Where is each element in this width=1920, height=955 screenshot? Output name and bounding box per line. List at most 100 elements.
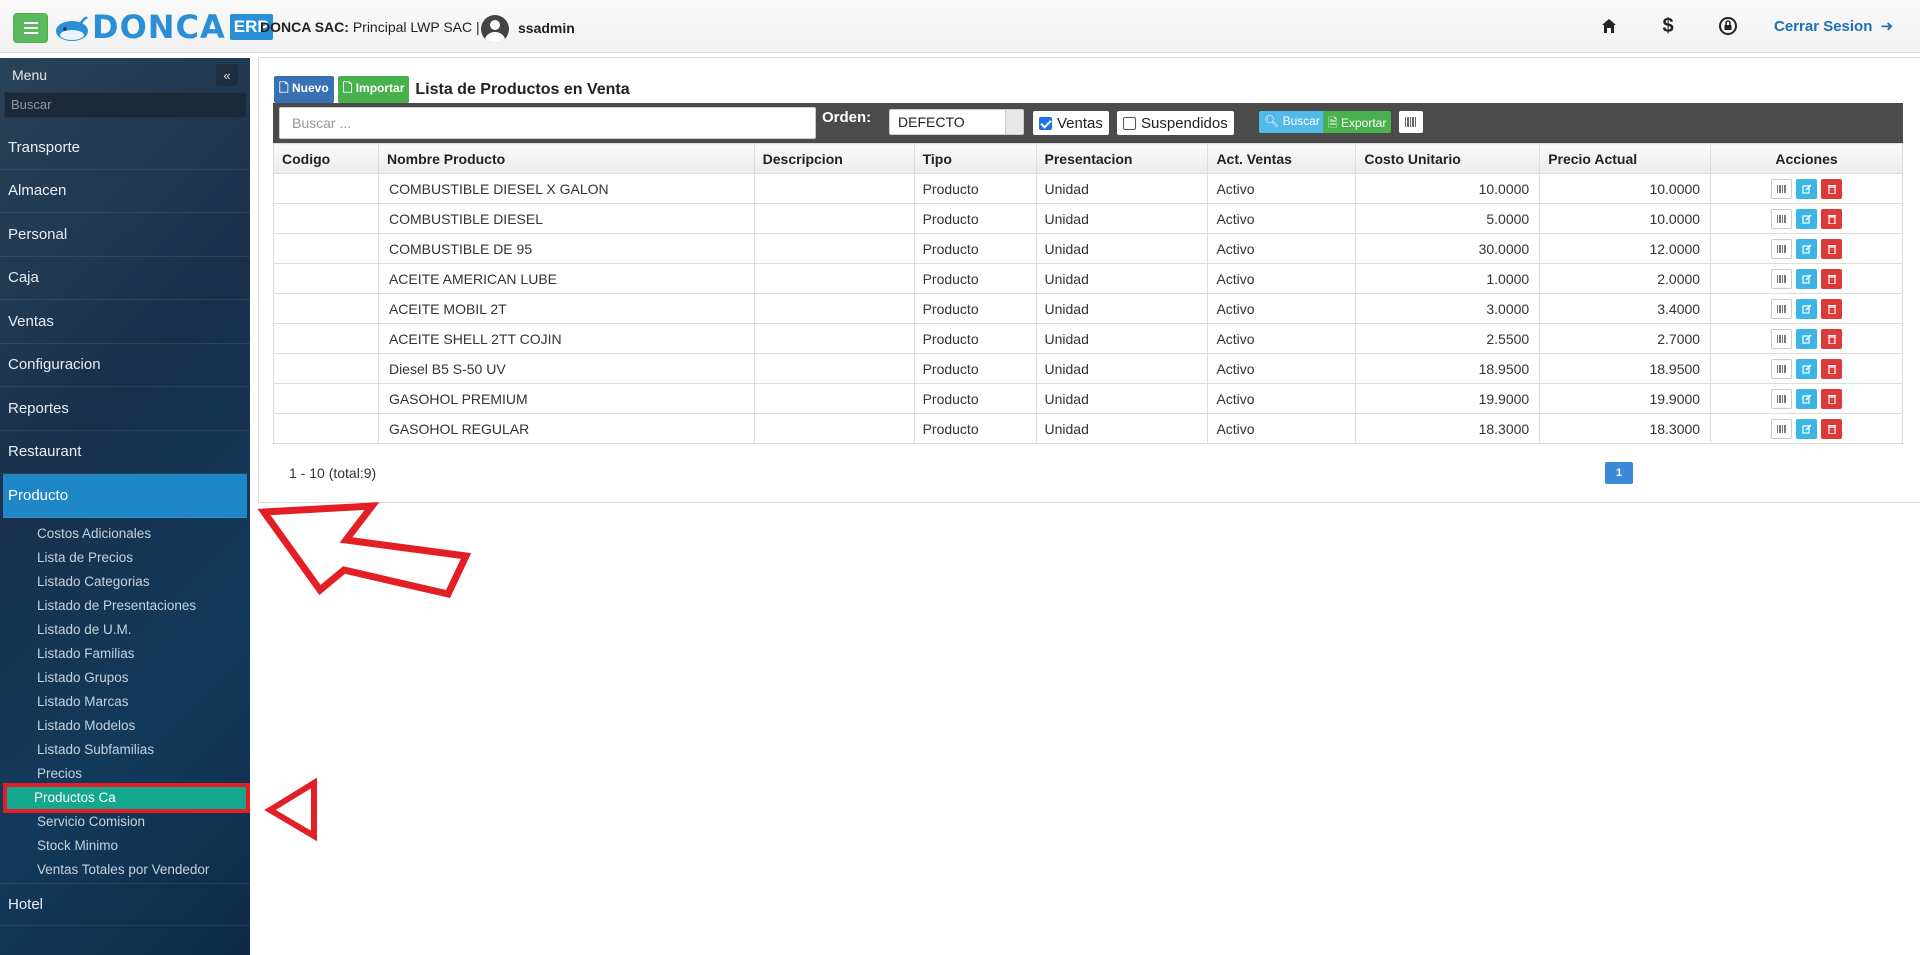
table-row[interactable]: COMBUSTIBLE DIESEL Producto Unidad Activo 5.… — [273, 203, 1903, 234]
submenu-item[interactable]: Listado Modelos — [3, 714, 247, 738]
sidebar-item-configuracion[interactable]: Configuracion — [0, 344, 250, 387]
column-header[interactable]: Nombre Producto — [377, 143, 755, 174]
username[interactable]: ssadmin — [518, 20, 575, 36]
table-row[interactable]: ACEITE MOBIL 2T Producto Unidad Activo 3.000… — [273, 293, 1903, 324]
edit-icon[interactable] — [1796, 358, 1818, 379]
sidebar-item-hotel[interactable]: Hotel — [0, 883, 250, 926]
import-button[interactable]: 🗋 Importar — [337, 76, 410, 103]
sidebar-item-almacen[interactable]: Almacen — [0, 170, 250, 213]
edit-icon[interactable] — [1796, 298, 1818, 319]
submenu-item[interactable]: Listado Subfamilias — [3, 738, 247, 762]
column-header[interactable]: Descripcion — [753, 143, 915, 174]
column-header[interactable]: Presentacion — [1035, 143, 1209, 174]
barcode-icon[interactable] — [1771, 388, 1793, 409]
table-cell: COMBUSTIBLE DIESEL X GALON — [377, 173, 755, 204]
sidebar-item-personal[interactable]: Personal — [0, 213, 250, 257]
user-avatar[interactable] — [481, 15, 509, 43]
sidebar-item-restaurant[interactable]: Restaurant — [0, 431, 250, 474]
logout-button[interactable]: Cerrar Sesion ➜ — [1774, 17, 1893, 35]
submenu-item[interactable]: Servicio Comision — [3, 810, 247, 834]
barcode-icon[interactable] — [1771, 208, 1793, 229]
new-button[interactable]: 🗋 Nuevo — [274, 76, 334, 103]
ventas-checkbox[interactable]: Ventas — [1033, 111, 1109, 135]
submenu-item[interactable]: Precios — [3, 762, 247, 786]
export-button[interactable]: 🗎 Exportar — [1323, 111, 1392, 133]
submenu-item-productos-ca[interactable]: Productos Ca — [3, 782, 250, 813]
barcode-icon[interactable] — [1771, 178, 1793, 199]
table-cell: Activo — [1207, 293, 1357, 324]
table-row[interactable]: ACEITE SHELL 2TT COJIN Producto Unidad Acti… — [273, 323, 1903, 354]
edit-icon[interactable] — [1796, 388, 1818, 409]
search-input[interactable]: Buscar ... — [279, 107, 816, 139]
trash-icon[interactable] — [1821, 328, 1843, 349]
submenu-item[interactable]: Ventas Totales por Vendedor — [3, 858, 247, 882]
submenu-item[interactable]: Listado de Presentaciones — [3, 594, 247, 618]
table-row[interactable]: COMBUSTIBLE DE 95 Producto Unidad Activo 30.… — [273, 233, 1903, 264]
trash-icon[interactable] — [1821, 298, 1843, 319]
sidebar-item-reportes[interactable]: Reportes — [0, 387, 250, 431]
sidebar-item-producto[interactable]: Producto — [3, 474, 247, 518]
barcode-icon[interactable] — [1771, 268, 1793, 289]
orden-select[interactable]: DEFECTO — [889, 109, 1024, 135]
barcode-icon[interactable] — [1771, 238, 1793, 259]
barcode-icon[interactable] — [1771, 328, 1793, 349]
column-header[interactable]: Costo Unitario — [1355, 143, 1541, 174]
submenu-item[interactable]: Costos Adicionales — [3, 522, 247, 546]
collapse-sidebar-icon[interactable]: « — [216, 64, 238, 86]
trash-icon[interactable] — [1821, 418, 1843, 439]
table-row[interactable]: Diesel B5 S-50 UV Producto Unidad Activo 18.… — [273, 353, 1903, 384]
edit-icon[interactable] — [1796, 208, 1818, 229]
sidebar-item-caja[interactable]: Caja — [0, 257, 250, 300]
table-row[interactable]: GASOHOL REGULAR Producto Unidad Activo 18.30… — [273, 413, 1903, 444]
column-header[interactable]: Precio Actual — [1539, 143, 1712, 174]
submenu-item[interactable]: Listado Marcas — [3, 690, 247, 714]
row-actions — [1710, 173, 1903, 204]
row-actions — [1710, 233, 1903, 264]
lock-reset-icon[interactable] — [1716, 14, 1740, 38]
trash-icon[interactable] — [1821, 238, 1843, 259]
submenu-item[interactable]: Listado Familias — [3, 642, 247, 666]
barcode-icon[interactable] — [1771, 418, 1793, 439]
sidebar-search-input[interactable]: Buscar — [4, 92, 247, 118]
app-logo[interactable]: DONCA ERP — [54, 8, 273, 46]
edit-icon[interactable] — [1796, 418, 1818, 439]
barcode-icon[interactable] — [1771, 298, 1793, 319]
barcode-icon[interactable] — [1399, 111, 1423, 133]
submenu-item[interactable]: Lista de Precios — [3, 546, 247, 570]
submenu-item[interactable]: Listado Grupos — [3, 666, 247, 690]
trash-icon[interactable] — [1821, 388, 1843, 409]
column-header[interactable]: Codigo — [273, 143, 379, 174]
hamburger-menu-button[interactable] — [13, 13, 48, 43]
company-name: DONCA SAC: — [260, 19, 349, 35]
trash-icon[interactable] — [1821, 178, 1843, 199]
table-row[interactable]: ACEITE AMERICAN LUBE Producto Unidad Activo… — [273, 263, 1903, 294]
barcode-icon[interactable] — [1771, 358, 1793, 379]
home-icon[interactable] — [1597, 14, 1621, 38]
table-cell — [753, 413, 915, 444]
table-row[interactable]: COMBUSTIBLE DIESEL X GALON Producto Unidad… — [273, 173, 1903, 204]
submenu-item[interactable]: Listado Categorias — [3, 570, 247, 594]
table-row[interactable]: GASOHOL PREMIUM Producto Unidad Activo 19.90… — [273, 383, 1903, 414]
submenu-item[interactable]: Stock Minimo — [3, 834, 247, 858]
column-header[interactable]: Act. Ventas — [1207, 143, 1357, 174]
panel-header: 🗋 Nuevo 🗋 Importar Lista de Productos en… — [274, 76, 630, 103]
edit-icon[interactable] — [1796, 178, 1818, 199]
table-cell: 2.0000 — [1539, 263, 1712, 294]
sidebar-item-ventas[interactable]: Ventas — [0, 300, 250, 344]
edit-icon[interactable] — [1796, 238, 1818, 259]
search-button[interactable]: 🔍︎ Buscar — [1259, 111, 1325, 133]
edit-icon[interactable] — [1796, 268, 1818, 289]
page-button[interactable]: 1 — [1605, 462, 1633, 484]
dollar-icon[interactable]: $ — [1656, 14, 1680, 38]
suspendidos-checkbox[interactable]: Suspendidos — [1117, 111, 1234, 135]
sidebar-item-transporte[interactable]: Transporte — [0, 126, 250, 170]
trash-icon[interactable] — [1821, 208, 1843, 229]
edit-icon[interactable] — [1796, 328, 1818, 349]
trash-icon[interactable] — [1821, 268, 1843, 289]
table-cell: Unidad — [1035, 413, 1209, 444]
trash-icon[interactable] — [1821, 358, 1843, 379]
column-header[interactable]: Tipo — [913, 143, 1037, 174]
table-cell: 12.0000 — [1539, 233, 1712, 264]
column-header: Acciones — [1710, 143, 1903, 174]
submenu-item[interactable]: Listado de U.M. — [3, 618, 247, 642]
